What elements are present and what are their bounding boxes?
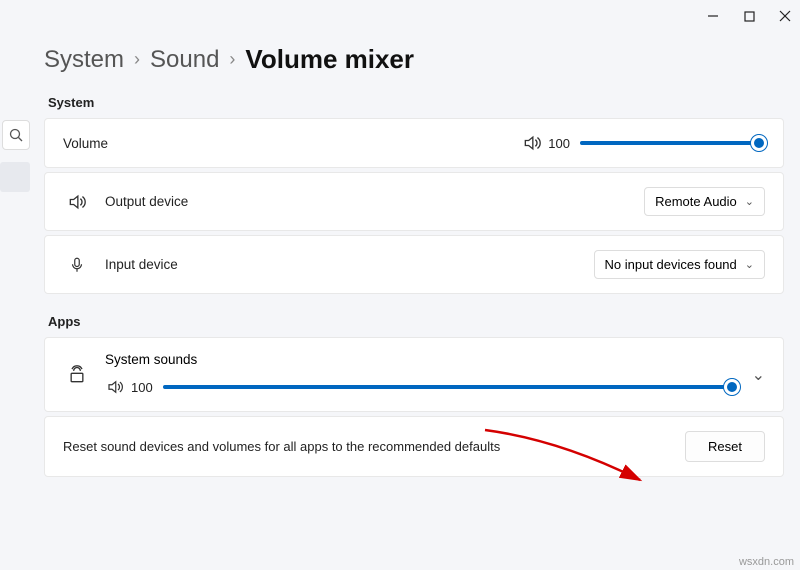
chevron-down-icon[interactable]: ⌄: [752, 365, 765, 385]
speaker-icon[interactable]: [522, 133, 542, 153]
breadcrumb-sound[interactable]: Sound: [150, 46, 219, 74]
section-system-label: System: [48, 95, 784, 110]
microphone-icon: [67, 255, 87, 275]
breadcrumb: System › Sound › Volume mixer: [44, 44, 784, 75]
output-device-value: Remote Audio: [655, 194, 737, 209]
reset-card: Reset sound devices and volumes for all …: [44, 416, 784, 477]
input-device-card: Input device No input devices found ⌄: [44, 235, 784, 294]
minimize-button[interactable]: [706, 9, 720, 23]
input-device-label: Input device: [105, 257, 178, 272]
chevron-down-icon: ⌄: [745, 258, 754, 271]
volume-card: Volume 100: [44, 118, 784, 168]
system-sounds-slider[interactable]: [163, 379, 738, 395]
system-sounds-label: System sounds: [105, 352, 738, 367]
chevron-right-icon: ›: [229, 49, 235, 70]
volume-label: Volume: [63, 136, 108, 151]
search-icon: [9, 128, 23, 142]
speaker-icon[interactable]: [105, 377, 125, 397]
breadcrumb-system[interactable]: System: [44, 46, 124, 74]
close-button[interactable]: [778, 9, 792, 23]
speaker-icon: [67, 192, 87, 212]
watermark: wsxdn.com: [739, 556, 794, 568]
maximize-button[interactable]: [742, 9, 756, 23]
search-button[interactable]: [2, 120, 30, 150]
chevron-right-icon: ›: [134, 49, 140, 70]
reset-description: Reset sound devices and volumes for all …: [63, 439, 685, 454]
system-sounds-card: System sounds 100 ⌄: [44, 337, 784, 412]
input-device-value: No input devices found: [605, 257, 737, 272]
output-device-label: Output device: [105, 194, 188, 209]
volume-slider[interactable]: [580, 135, 765, 151]
output-device-card: Output device Remote Audio ⌄: [44, 172, 784, 231]
nav-selected[interactable]: [0, 162, 30, 192]
chevron-down-icon: ⌄: [745, 195, 754, 208]
volume-value: 100: [548, 136, 570, 151]
page-title: Volume mixer: [245, 44, 414, 75]
output-device-select[interactable]: Remote Audio ⌄: [644, 187, 765, 216]
system-sounds-value: 100: [131, 380, 153, 395]
reset-button[interactable]: Reset: [685, 431, 765, 462]
input-device-select[interactable]: No input devices found ⌄: [594, 250, 765, 279]
system-sounds-icon: [67, 365, 87, 385]
section-apps-label: Apps: [48, 314, 784, 329]
